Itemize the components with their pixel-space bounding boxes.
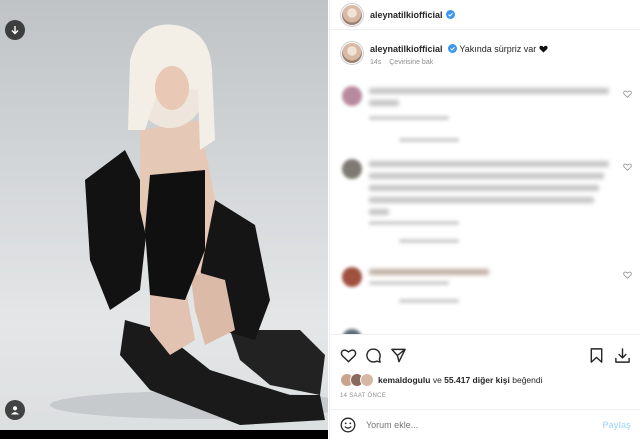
comment-input[interactable]: [366, 419, 603, 430]
post-photo: [0, 0, 328, 430]
photo-figure: [50, 24, 328, 425]
comment-text-blurred: [369, 161, 624, 243]
comments-list[interactable]: aleynatilkiofficial Yakında sürpriz var …: [330, 31, 640, 334]
black-heart-emoji-icon: [539, 45, 548, 53]
comment-like-icon[interactable]: [623, 90, 632, 98]
caption-avatar[interactable]: [342, 43, 362, 63]
caption-text: Yakında sürpriz var: [459, 44, 537, 54]
post-actions: kemaldogulu ve 55.417 diğer kişi beğendi…: [330, 334, 640, 439]
post-comment-button[interactable]: Paylaş: [602, 420, 631, 430]
comment-avatar[interactable]: [342, 159, 362, 179]
add-comment-bar: Paylaş: [330, 409, 640, 439]
comment-icon[interactable]: [365, 347, 382, 364]
download-arrow-icon: [11, 26, 19, 35]
likers-avatar-stack[interactable]: [340, 373, 374, 387]
action-icons: [340, 347, 631, 365]
comment-avatar[interactable]: [342, 86, 362, 106]
post-side-panel: aleynatilkiofficial aleynatilkiofficial …: [329, 0, 640, 439]
post-media[interactable]: [0, 0, 328, 439]
post-time[interactable]: 14 SAAT ÖNCE: [340, 393, 386, 399]
comment-like-icon[interactable]: [623, 163, 632, 171]
media-bottom-bar: [0, 430, 328, 439]
comment-text-blurred: [369, 88, 624, 142]
comment-item: [342, 86, 632, 166]
likes-count[interactable]: 55.417 diğer kişi: [444, 375, 510, 385]
comment-item: [342, 159, 632, 259]
download-icon[interactable]: [614, 347, 631, 364]
caption-username[interactable]: aleynatilkiofficial: [370, 44, 443, 54]
comment-item: [342, 267, 632, 317]
translate-link[interactable]: Çevirisine bak: [389, 59, 433, 66]
caption-time: 14s: [370, 59, 382, 66]
heart-icon[interactable]: [340, 347, 357, 364]
author-avatar[interactable]: [342, 4, 362, 25]
share-icon[interactable]: [390, 347, 407, 364]
author-username[interactable]: aleynatilkiofficial: [370, 10, 443, 20]
comment-like-icon[interactable]: [623, 271, 632, 279]
user-tag-icon: [11, 406, 19, 415]
user-tag-button[interactable]: [5, 400, 25, 420]
comment-avatar[interactable]: [342, 267, 362, 287]
likes-summary: kemaldogulu ve 55.417 diğer kişi beğendi: [340, 373, 543, 387]
media-download-button[interactable]: [5, 20, 25, 40]
likes-connector: ve: [432, 375, 442, 385]
likes-suffix: beğendi: [512, 375, 543, 385]
comment-text-blurred: [369, 269, 624, 303]
verified-badge-icon: [445, 10, 455, 19]
post-header: aleynatilkiofficial: [330, 0, 640, 30]
likes-user[interactable]: kemaldogulu: [378, 375, 430, 385]
emoji-icon[interactable]: [340, 417, 356, 433]
bookmark-icon[interactable]: [588, 347, 605, 364]
verified-badge-icon: [448, 44, 458, 53]
caption: aleynatilkiofficial Yakında sürpriz var …: [330, 31, 640, 66]
